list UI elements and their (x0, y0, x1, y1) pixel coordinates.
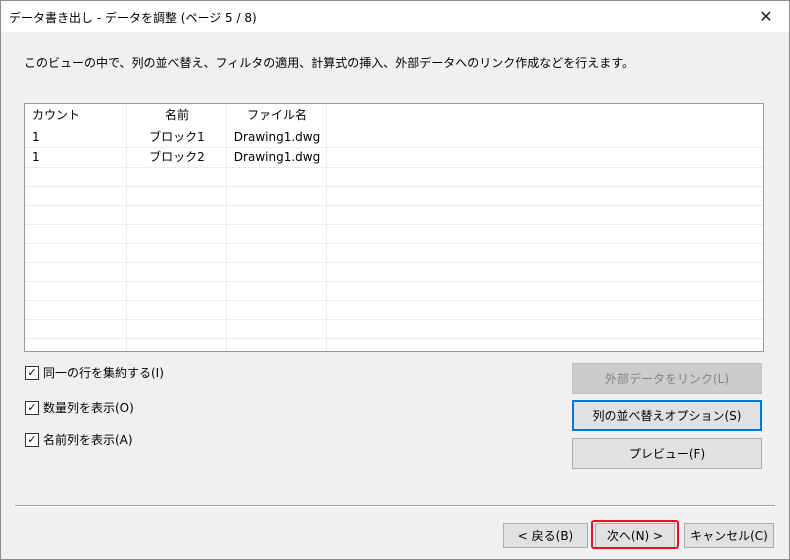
empty-row (25, 300, 763, 320)
checkbox-label: 数量列を表示(O) (43, 401, 134, 415)
cell-count: 1 (32, 130, 40, 144)
preview-button[interactable]: プレビュー(F) (572, 438, 762, 469)
empty-row (25, 205, 763, 225)
empty-row (25, 186, 763, 206)
empty-row (25, 262, 763, 282)
cell-name: ブロック2 (149, 150, 205, 164)
empty-row (25, 243, 763, 263)
page-description: このビューの中で、列の並べ替え、フィルタの適用、計算式の挿入、外部データへのリン… (24, 56, 635, 70)
cell-filename: Drawing1.dwg (233, 130, 321, 144)
footer-divider (15, 505, 775, 507)
checkbox-consolidate-rows[interactable]: ✓ 同一の行を集約する(I) (25, 364, 164, 381)
checkbox-label: 名前列を表示(A) (43, 433, 133, 447)
checkbox-show-count-column[interactable]: ✓ 数量列を表示(O) (25, 399, 134, 416)
cell-count: 1 (32, 150, 40, 164)
data-table[interactable]: カウント 名前 ファイル名 1 ブロック1 Drawing1.dwg 1 ブロッ… (24, 103, 764, 352)
back-button[interactable]: < 戻る(B) (503, 523, 588, 548)
dialog-window: データ書き出し - データを調整 (ページ 5 / 8) ✕ このビューの中で、… (0, 0, 790, 560)
column-header-count[interactable]: カウント (32, 104, 80, 126)
link-external-data-button[interactable]: 外部データをリンク(L) (572, 363, 762, 394)
table-row[interactable]: 1 ブロック2 Drawing1.dwg (25, 148, 763, 168)
checkbox-show-name-column[interactable]: ✓ 名前列を表示(A) (25, 431, 133, 448)
sort-columns-button[interactable]: 列の並べ替えオプション(S) (572, 400, 762, 431)
title-bar: データ書き出し - データを調整 (ページ 5 / 8) ✕ (1, 1, 789, 32)
cell-filename: Drawing1.dwg (233, 150, 321, 164)
table-row[interactable]: 1 ブロック1 Drawing1.dwg (25, 128, 763, 148)
empty-row (25, 281, 763, 301)
window-title: データ書き出し - データを調整 (ページ 5 / 8) (9, 11, 257, 25)
checkbox-check-icon: ✓ (25, 400, 39, 415)
empty-row (25, 167, 763, 187)
checkbox-check-icon: ✓ (25, 432, 39, 447)
next-button-highlight (591, 520, 679, 549)
checkbox-check-icon: ✓ (25, 365, 39, 380)
checkbox-label: 同一の行を集約する(I) (43, 366, 164, 380)
close-button[interactable]: ✕ (743, 1, 789, 32)
empty-row (25, 224, 763, 244)
column-header-name[interactable]: 名前 (127, 104, 227, 126)
empty-row (25, 319, 763, 339)
close-icon: ✕ (759, 7, 773, 26)
column-header-filename[interactable]: ファイル名 (227, 104, 327, 126)
cancel-button[interactable]: キャンセル(C) (684, 523, 774, 548)
cell-name: ブロック1 (149, 130, 205, 144)
